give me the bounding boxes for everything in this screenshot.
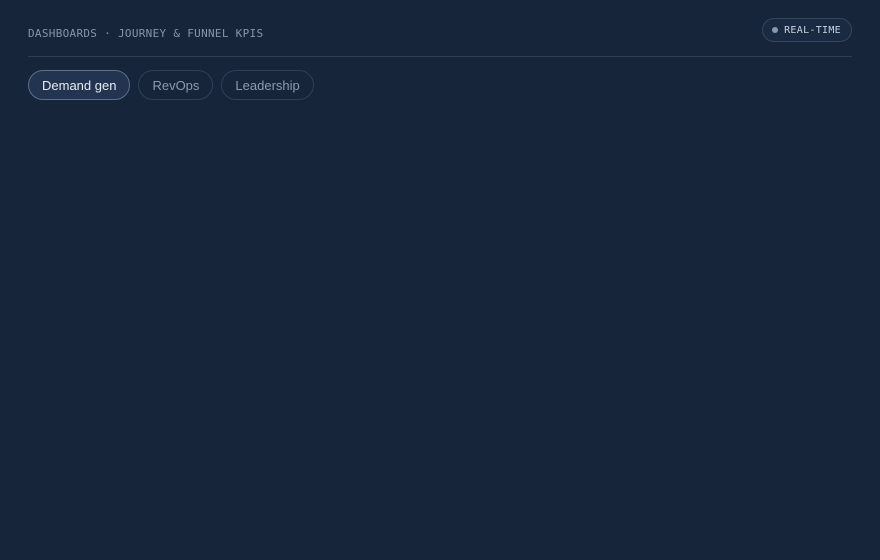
status-dot-icon (772, 27, 779, 33)
header-divider (28, 56, 852, 57)
realtime-status-badge: REAL-TIME (762, 18, 852, 42)
tab-label: RevOps (152, 77, 200, 93)
tab-label: Leadership (235, 77, 300, 93)
tab-label: Demand gen (42, 77, 117, 93)
status-label: REAL-TIME (784, 24, 841, 36)
tab-demand-gen[interactable]: Demand gen (28, 70, 131, 100)
dashboard-header: DASHBOARDS · JOURNEY & FUNNEL KPIS REAL-… (28, 18, 852, 56)
breadcrumb: DASHBOARDS · JOURNEY & FUNNEL KPIS (28, 27, 264, 40)
tab-leadership[interactable]: Leadership (221, 70, 314, 100)
dashboard-content-area (28, 110, 852, 540)
tab-revops[interactable]: RevOps (138, 70, 214, 100)
dashboard-tabs: Demand gen RevOps Leadership (28, 70, 314, 100)
